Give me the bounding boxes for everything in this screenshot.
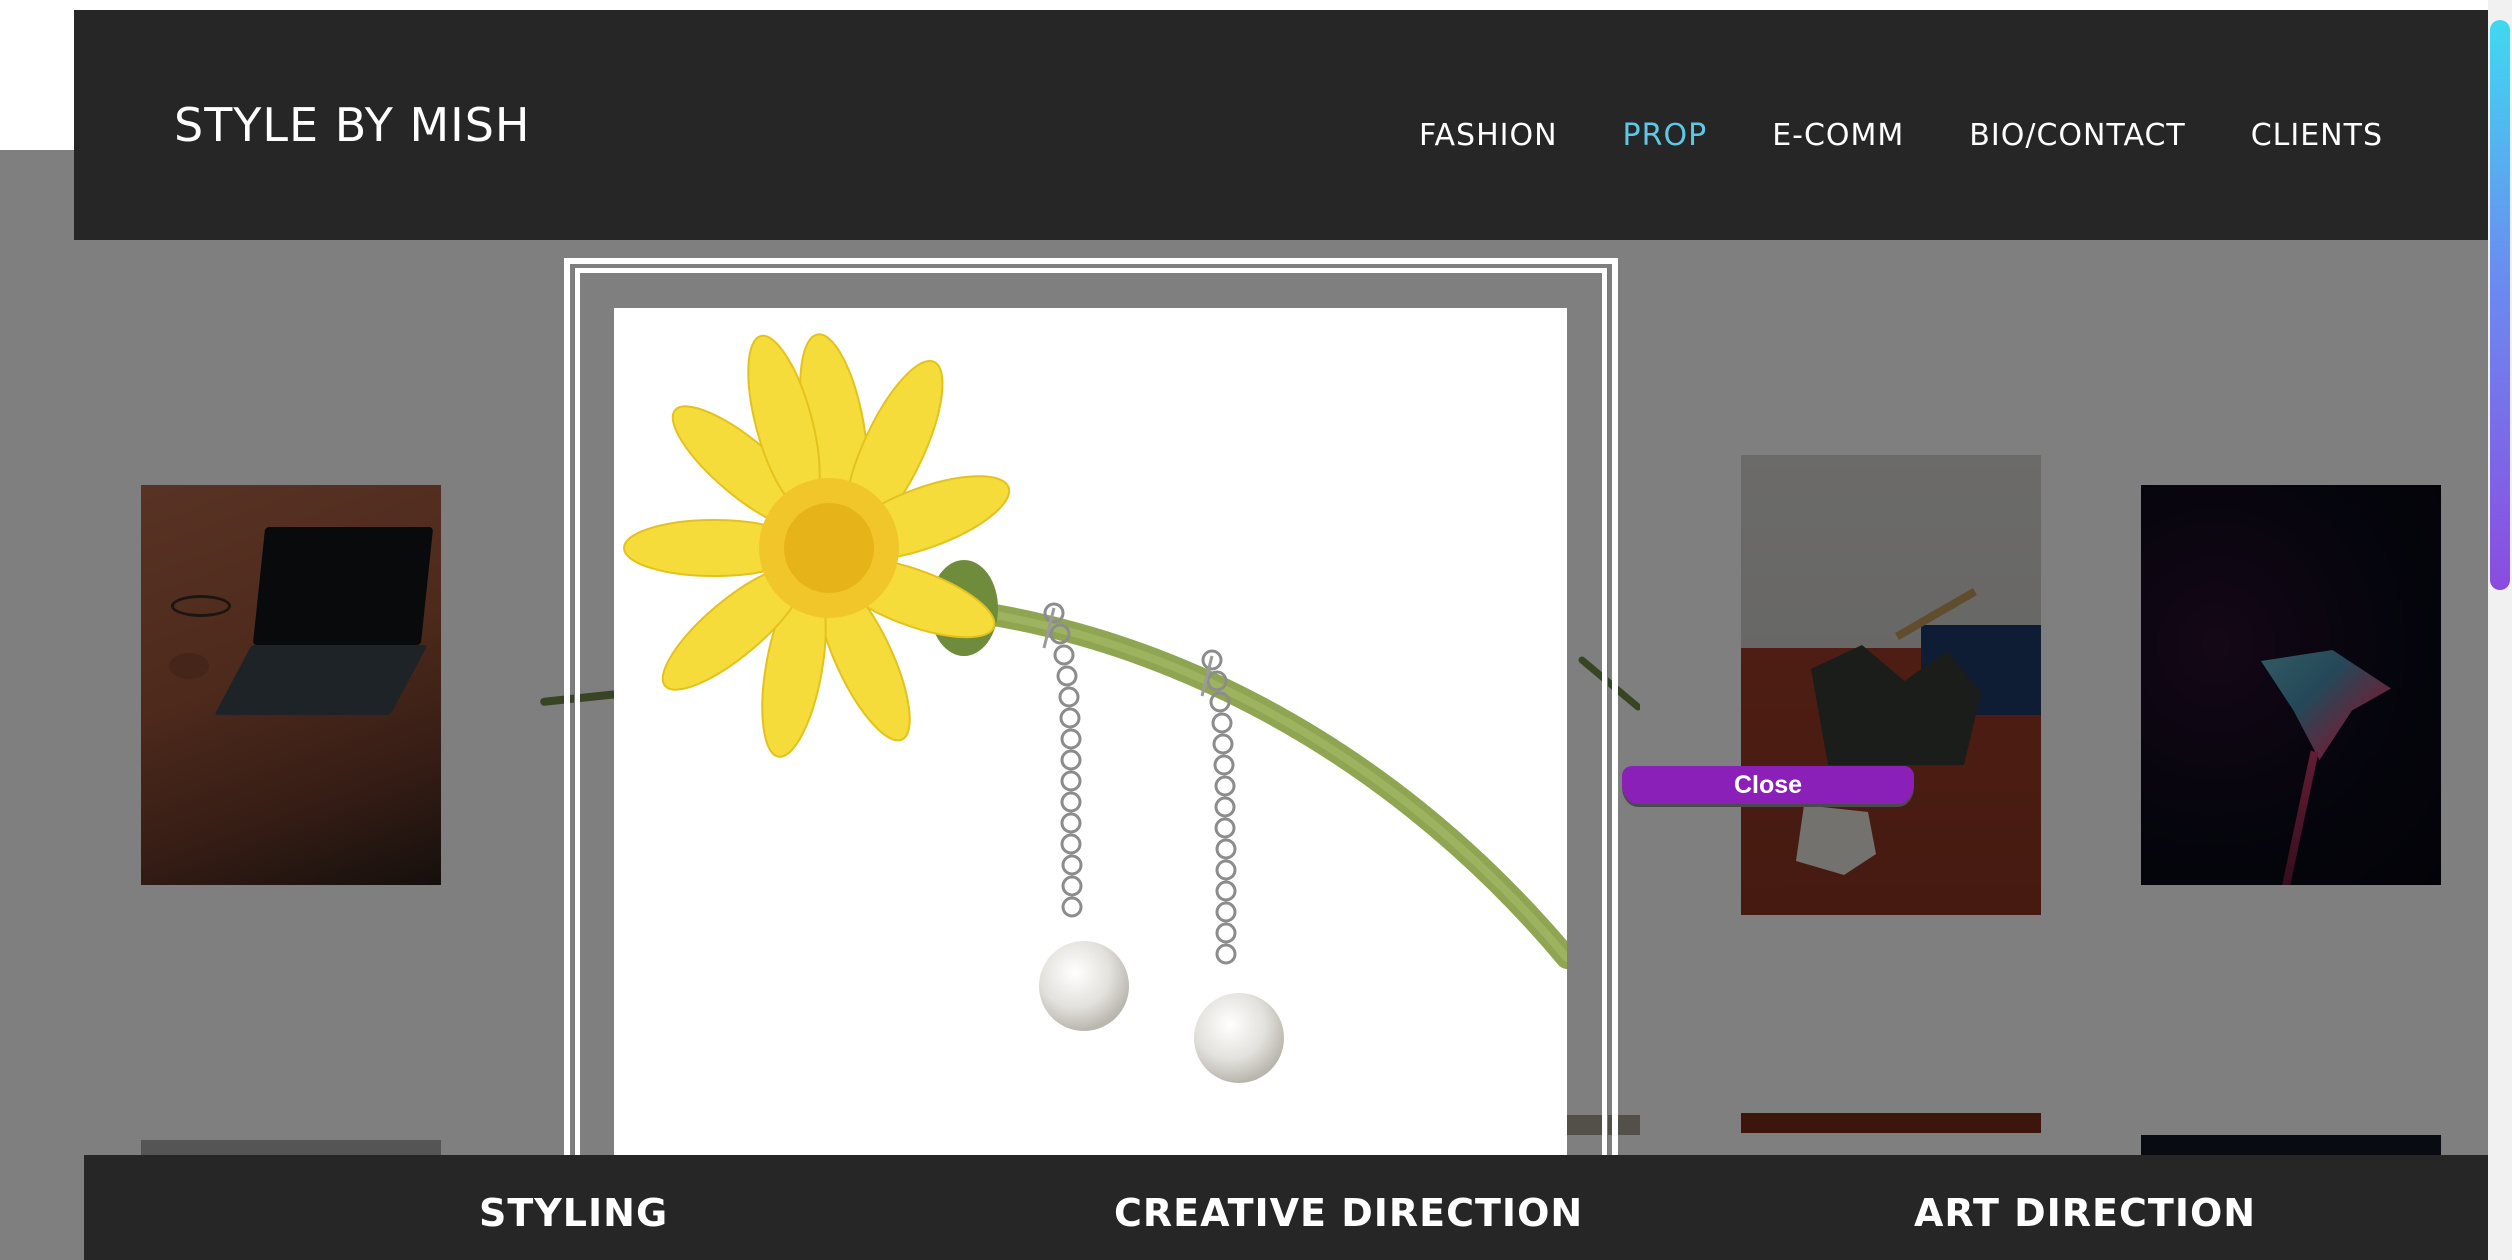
footer-bar: STYLING CREATIVE DIRECTION ART DIRECTION [84,1155,2488,1260]
close-button[interactable]: Close [1622,766,1914,804]
scrollbar-thumb[interactable] [2490,20,2510,590]
footer-link-creative-direction[interactable]: CREATIVE DIRECTION [1114,1191,1583,1235]
nav-item-clients[interactable]: CLIENTS [2251,118,2383,153]
page-corner [0,0,74,150]
nav-item-bio-contact[interactable]: BIO/CONTACT [1969,118,2185,153]
footer-link-art-direction[interactable]: ART DIRECTION [1914,1191,2256,1235]
nav-item-fashion[interactable]: FASHION [1419,118,1558,153]
nav-item-prop[interactable]: PROP [1623,118,1708,153]
site-brand[interactable]: STYLE BY MISH [174,98,531,152]
site-header: STYLE BY MISH FASHION PROP E-COMM BIO/CO… [74,10,2488,240]
lightbox-image [614,308,1567,1160]
flower-earrings-photo [623,333,1567,1083]
nav-item-e-comm[interactable]: E-COMM [1772,118,1904,153]
footer-link-styling[interactable]: STYLING [479,1191,668,1235]
main-nav: FASHION PROP E-COMM BIO/CONTACT CLIENTS [1419,118,2383,153]
